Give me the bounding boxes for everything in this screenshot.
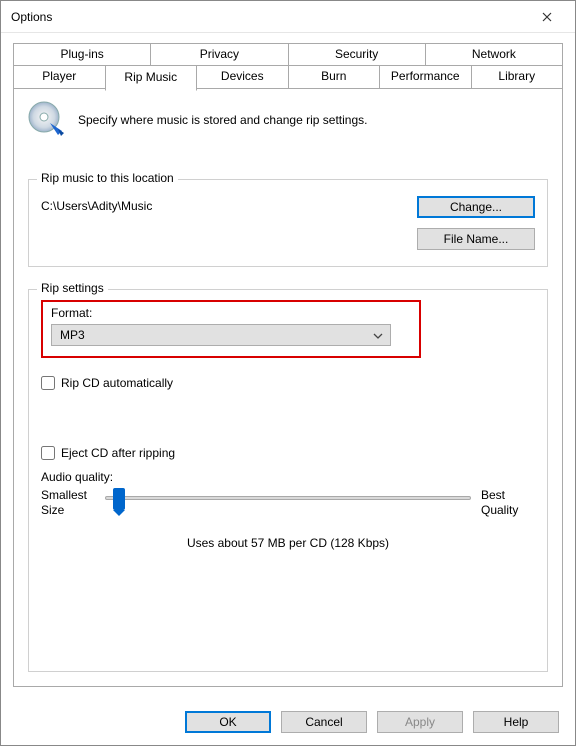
- format-label: Format:: [51, 306, 411, 320]
- panel-description: Specify where music is stored and change…: [78, 113, 367, 127]
- rip-location-path: C:\Users\Adity\Music: [41, 196, 152, 213]
- cancel-button[interactable]: Cancel: [281, 711, 367, 733]
- cd-rip-icon: [28, 101, 66, 139]
- tab-performance[interactable]: Performance: [379, 66, 472, 89]
- titlebar: Options: [1, 1, 575, 33]
- rip-cd-auto-row[interactable]: Rip CD automatically: [41, 376, 535, 390]
- rip-settings-group: Rip settings Format: MP3 Rip CD autom: [28, 289, 548, 672]
- options-dialog: Options Plug-ins Privacy Security Networ…: [0, 0, 576, 746]
- slider-hint-text: Uses about 57 MB per CD (128 Kbps): [41, 536, 535, 550]
- tab-rip-music[interactable]: Rip Music: [105, 66, 198, 91]
- format-highlight-box: Format: MP3: [41, 300, 421, 358]
- close-button[interactable]: [527, 3, 567, 31]
- help-button[interactable]: Help: [473, 711, 559, 733]
- slider-thumb[interactable]: [113, 488, 125, 510]
- tab-strip: Plug-ins Privacy Security Network Player…: [13, 43, 563, 89]
- close-icon: [542, 12, 552, 22]
- tab-security[interactable]: Security: [288, 43, 426, 66]
- slider-max-label: Best Quality: [481, 488, 535, 518]
- file-name-button[interactable]: File Name...: [417, 228, 535, 250]
- rip-location-group: Rip music to this location C:\Users\Adit…: [28, 179, 548, 267]
- tab-library[interactable]: Library: [471, 66, 564, 89]
- rip-location-legend: Rip music to this location: [37, 171, 178, 185]
- audio-quality-slider[interactable]: [105, 488, 471, 518]
- rip-cd-auto-checkbox[interactable]: [41, 376, 55, 390]
- rip-cd-auto-label: Rip CD automatically: [61, 376, 173, 390]
- slider-min-label: Smallest Size: [41, 488, 95, 518]
- tab-player[interactable]: Player: [13, 66, 106, 89]
- audio-quality-label: Audio quality:: [41, 470, 535, 484]
- format-select-value: MP3: [60, 328, 85, 342]
- rip-music-panel: Specify where music is stored and change…: [13, 88, 563, 687]
- window-title: Options: [11, 10, 527, 24]
- format-select[interactable]: MP3: [51, 324, 391, 346]
- tab-privacy[interactable]: Privacy: [150, 43, 288, 66]
- tab-devices[interactable]: Devices: [196, 66, 289, 89]
- eject-cd-label: Eject CD after ripping: [61, 446, 175, 460]
- ok-button[interactable]: OK: [185, 711, 271, 733]
- tab-plugins[interactable]: Plug-ins: [13, 43, 151, 66]
- change-location-button[interactable]: Change...: [417, 196, 535, 218]
- eject-cd-row[interactable]: Eject CD after ripping: [41, 446, 535, 460]
- dialog-footer: OK Cancel Apply Help: [1, 699, 575, 745]
- tab-network[interactable]: Network: [425, 43, 563, 66]
- apply-button[interactable]: Apply: [377, 711, 463, 733]
- tab-burn[interactable]: Burn: [288, 66, 381, 89]
- eject-cd-checkbox[interactable]: [41, 446, 55, 460]
- rip-settings-legend: Rip settings: [37, 281, 108, 295]
